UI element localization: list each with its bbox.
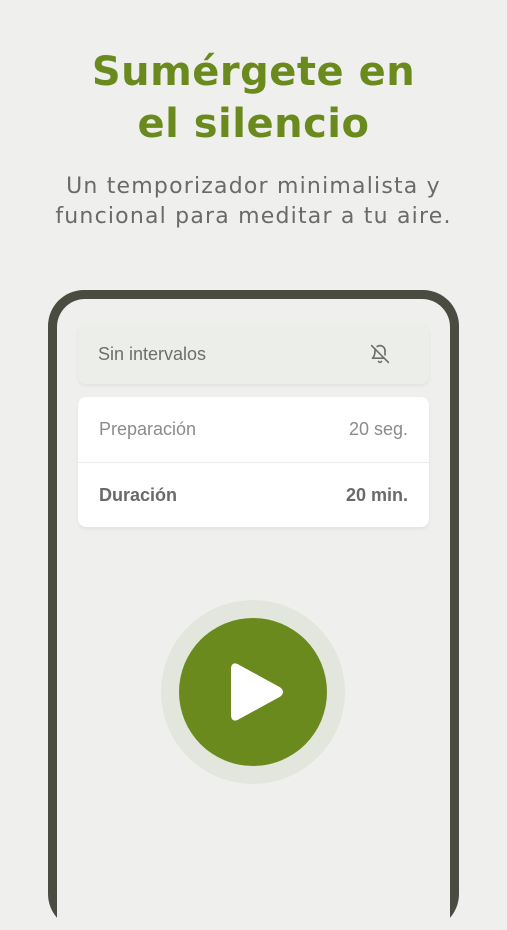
duration-label: Duración xyxy=(99,484,178,505)
duration-value: 20 min. xyxy=(345,484,408,505)
intervals-selector[interactable]: Sin intervalos xyxy=(78,324,429,384)
intervals-label: Sin intervalos xyxy=(98,343,207,364)
phone-screen: Sin intervalos Preparación 20 seg. Durac… xyxy=(57,299,450,930)
subtitle: Un temporizador minimalista y funcional … xyxy=(0,172,507,232)
subtitle-line-2: funcional para meditar a tu aire. xyxy=(55,204,452,229)
preparation-value: 20 seg. xyxy=(348,419,408,439)
play-button[interactable] xyxy=(179,618,327,766)
subtitle-line-1: Un temporizador minimalista y xyxy=(66,174,441,199)
play-icon xyxy=(231,663,283,721)
headline-line-1: Sumérgete en xyxy=(91,49,416,95)
bell-off-icon[interactable] xyxy=(369,343,391,365)
preparation-row[interactable]: Preparación 20 seg. xyxy=(78,397,429,462)
headline: Sumérgete en el silencio xyxy=(0,46,507,150)
preparation-label: Preparación xyxy=(99,419,197,439)
headline-line-2: el silencio xyxy=(137,101,370,147)
duration-row[interactable]: Duración 20 min. xyxy=(78,462,429,527)
timer-settings-card: Preparación 20 seg. Duración 20 min. xyxy=(78,397,429,527)
phone-frame: Sin intervalos Preparación 20 seg. Durac… xyxy=(48,290,459,930)
